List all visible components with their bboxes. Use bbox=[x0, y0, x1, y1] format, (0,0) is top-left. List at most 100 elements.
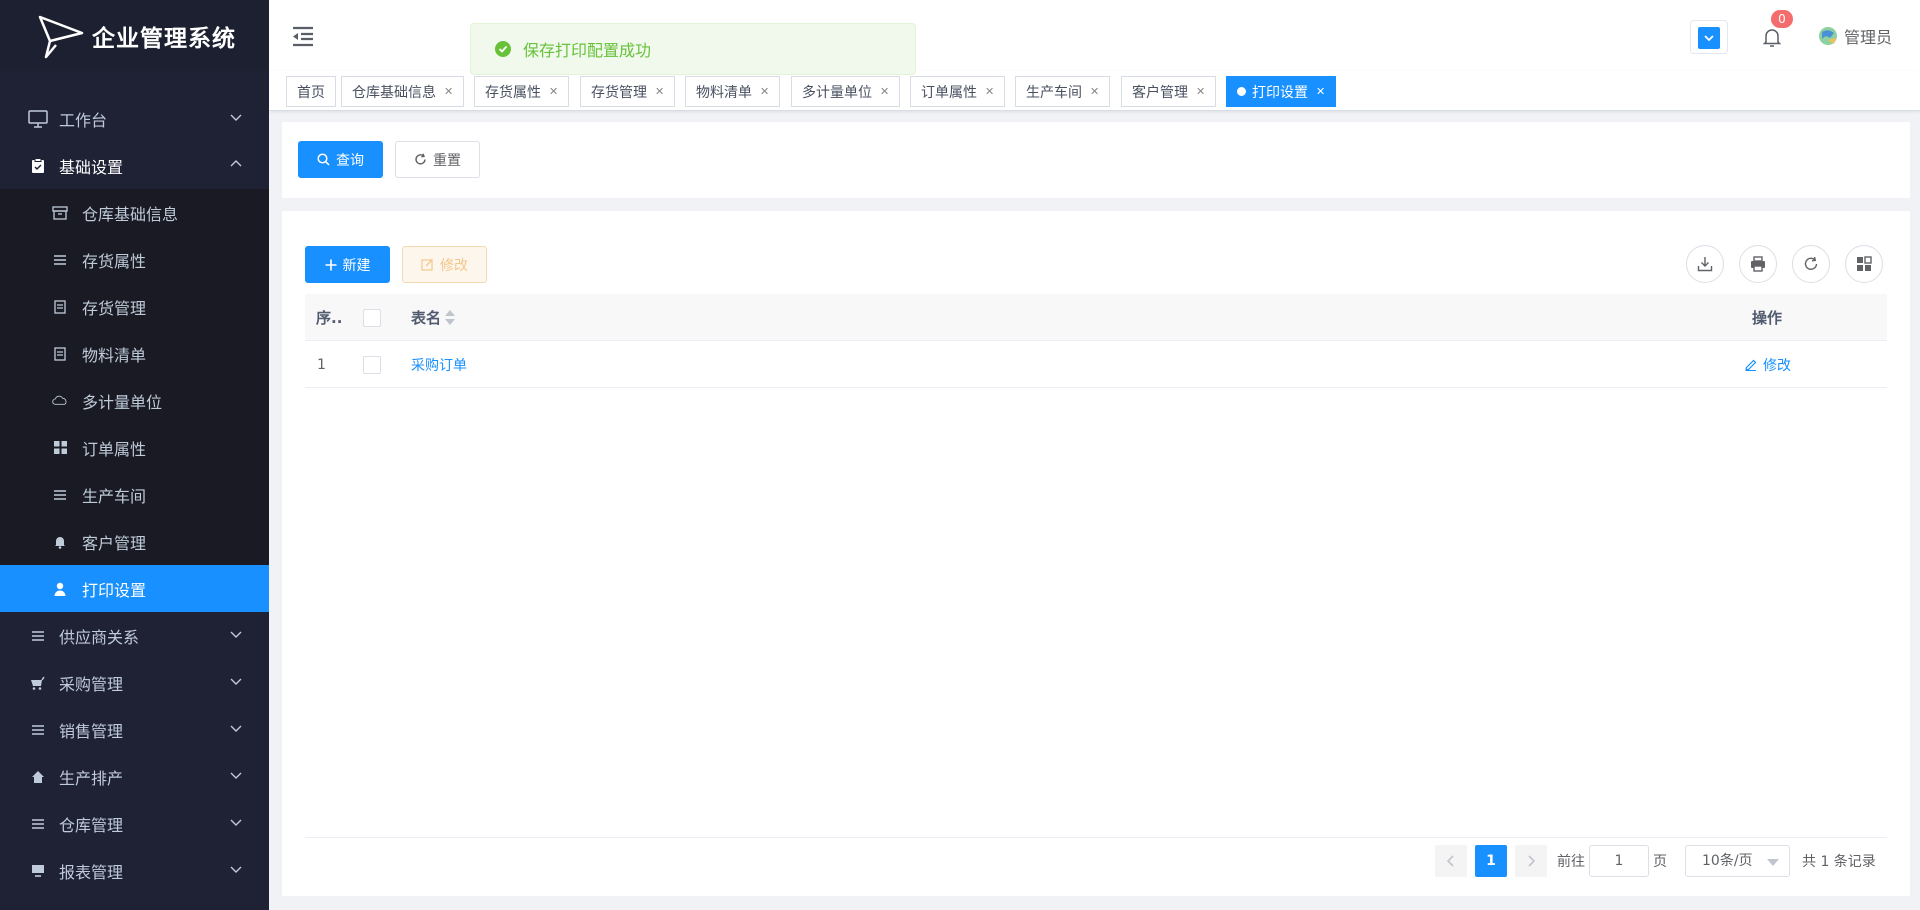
close-icon[interactable]: ✕ bbox=[655, 85, 664, 98]
close-icon[interactable]: ✕ bbox=[1196, 85, 1205, 98]
sidebar-item-label: 打印设置 bbox=[82, 580, 147, 600]
user-menu[interactable]: 管理员 bbox=[1818, 24, 1892, 48]
sidebar-item-label: 生产排产 bbox=[59, 768, 124, 788]
sidebar-item-reports[interactable]: 报表管理 bbox=[0, 847, 269, 894]
close-icon[interactable]: ✕ bbox=[760, 85, 769, 98]
close-icon[interactable]: ✕ bbox=[985, 85, 994, 98]
close-icon[interactable]: ✕ bbox=[880, 85, 889, 98]
success-toast: 保存打印配置成功 bbox=[470, 23, 916, 75]
sidebar-item-purchase[interactable]: 采购管理 bbox=[0, 659, 269, 706]
sidebar-item-label: 工作台 bbox=[59, 110, 108, 130]
table-panel: 新建 修改 序.. 表名 操作 1 采购订单 修改 1 前往 1 页 10条/页… bbox=[282, 211, 1910, 896]
select-all-cell bbox=[363, 294, 381, 341]
sidebar-item-bom[interactable]: 物料清单 bbox=[0, 330, 269, 377]
row-select-cell bbox=[363, 341, 381, 388]
sidebar-item-label: 订单属性 bbox=[82, 439, 147, 459]
basic-settings-submenu: 仓库基础信息 存货属性 存货管理 物料清单 多计量单位 订单属性 生产车间 客户… bbox=[0, 189, 269, 612]
row-edit-link[interactable]: 修改 bbox=[1745, 341, 1791, 388]
sort-icon[interactable] bbox=[445, 310, 456, 325]
tag-bom[interactable]: 物料清单 ✕ bbox=[685, 76, 781, 107]
sidebar-item-multi-unit[interactable]: 多计量单位 bbox=[0, 377, 269, 424]
export-button[interactable] bbox=[1686, 245, 1724, 283]
tag-home[interactable]: 首页 bbox=[286, 76, 336, 107]
close-icon[interactable]: ✕ bbox=[549, 85, 558, 98]
tag-print-settings[interactable]: 打印设置 ✕ bbox=[1226, 76, 1337, 107]
sidebar-item-label: 仓库基础信息 bbox=[82, 204, 179, 224]
page-number-button[interactable]: 1 bbox=[1475, 845, 1507, 877]
sidebar-item-order-attributes[interactable]: 订单属性 bbox=[0, 424, 269, 471]
page-size-select[interactable]: 10条/页 bbox=[1685, 845, 1790, 877]
sidebar-item-workbench[interactable]: 工作台 bbox=[0, 95, 269, 142]
sidebar-item-label: 销售管理 bbox=[59, 721, 124, 741]
sidebar-item-customer-management[interactable]: 客户管理 bbox=[0, 518, 269, 565]
row-name-link[interactable]: 采购订单 bbox=[411, 341, 467, 388]
sidebar-item-warehouse[interactable]: 仓库管理 bbox=[0, 800, 269, 847]
chevron-down-icon bbox=[230, 678, 242, 685]
data-table: 序.. 表名 操作 1 采购订单 修改 bbox=[305, 294, 1887, 388]
chevron-down-icon bbox=[230, 114, 242, 121]
reset-button[interactable]: 重置 bbox=[395, 141, 480, 178]
row-checkbox[interactable] bbox=[363, 355, 381, 374]
monitor-icon bbox=[27, 864, 49, 877]
table-header: 序.. 表名 操作 bbox=[305, 294, 1887, 341]
sidebar-item-production-scheduling[interactable]: 生产排产 bbox=[0, 753, 269, 800]
sidebar-item-sales[interactable]: 销售管理 bbox=[0, 706, 269, 753]
tag-label: 存货属性 bbox=[485, 84, 541, 101]
tag-inventory-management[interactable]: 存货管理 ✕ bbox=[580, 76, 676, 107]
tag-order-attributes[interactable]: 订单属性 ✕ bbox=[910, 76, 1006, 107]
plus-icon bbox=[325, 259, 336, 270]
table-row: 1 采购订单 修改 bbox=[305, 341, 1887, 388]
sidebar-item-workshop[interactable]: 生产车间 bbox=[0, 471, 269, 518]
tag-label: 存货管理 bbox=[591, 84, 647, 101]
cloud-icon bbox=[52, 394, 68, 408]
prev-page-button[interactable] bbox=[1435, 845, 1467, 877]
sidebar-item-label: 存货属性 bbox=[82, 251, 147, 271]
refresh-icon bbox=[415, 153, 426, 165]
goto-page-input[interactable]: 1 bbox=[1589, 845, 1649, 877]
list-icon bbox=[52, 489, 68, 501]
menu-fold-icon[interactable] bbox=[291, 25, 315, 47]
document-icon bbox=[52, 299, 68, 314]
tag-inventory-attributes[interactable]: 存货属性 ✕ bbox=[474, 76, 570, 107]
edit-button-label: 修改 bbox=[440, 257, 468, 274]
close-icon[interactable]: ✕ bbox=[444, 85, 453, 98]
edit-button[interactable]: 修改 bbox=[402, 246, 487, 283]
select-all-checkbox[interactable] bbox=[363, 308, 381, 327]
monitor-icon bbox=[27, 109, 49, 128]
sidebar-item-label: 供应商关系 bbox=[59, 627, 140, 647]
header-dropdown[interactable] bbox=[1690, 20, 1728, 54]
check-circle-icon bbox=[495, 41, 511, 57]
close-icon[interactable]: ✕ bbox=[1316, 85, 1325, 98]
query-button[interactable]: 查询 bbox=[298, 141, 383, 178]
tag-workshop[interactable]: 生产车间 ✕ bbox=[1015, 76, 1111, 107]
sidebar-item-warehouse-info[interactable]: 仓库基础信息 bbox=[0, 189, 269, 236]
chevron-down-icon bbox=[230, 725, 242, 732]
chevron-down-icon bbox=[1698, 27, 1720, 49]
print-button[interactable] bbox=[1739, 245, 1777, 283]
column-settings-button[interactable] bbox=[1845, 245, 1883, 283]
layout-grid-icon bbox=[1857, 256, 1872, 271]
tag-multi-unit[interactable]: 多计量单位 ✕ bbox=[791, 76, 901, 107]
sidebar-item-supplier[interactable]: 供应商关系 bbox=[0, 612, 269, 659]
app-logo[interactable]: 企业管理系统 bbox=[0, 0, 269, 71]
app-title: 企业管理系统 bbox=[92, 25, 236, 52]
refresh-button[interactable] bbox=[1792, 245, 1830, 283]
sidebar-item-label: 存货管理 bbox=[82, 298, 147, 318]
chevron-down-icon bbox=[230, 772, 242, 779]
sidebar-item-basic-settings[interactable]: 基础设置 bbox=[0, 142, 269, 189]
home-icon bbox=[27, 770, 49, 784]
avatar bbox=[1819, 27, 1837, 45]
new-button[interactable]: 新建 bbox=[305, 246, 390, 283]
notification-bell-icon[interactable] bbox=[1763, 28, 1781, 48]
paper-plane-logo-icon bbox=[38, 15, 84, 58]
tag-customer-management[interactable]: 客户管理 ✕ bbox=[1121, 76, 1217, 107]
sidebar-item-print-settings[interactable]: 打印设置 bbox=[0, 565, 269, 612]
close-icon[interactable]: ✕ bbox=[1090, 85, 1099, 98]
sidebar-item-inventory-management[interactable]: 存货管理 bbox=[0, 283, 269, 330]
sidebar-item-label: 仓库管理 bbox=[59, 815, 124, 835]
column-header-name[interactable]: 表名 bbox=[411, 294, 456, 341]
sidebar-item-inventory-attributes[interactable]: 存货属性 bbox=[0, 236, 269, 283]
next-page-button[interactable] bbox=[1515, 845, 1547, 877]
chevron-down-icon bbox=[230, 866, 242, 873]
tag-warehouse-info[interactable]: 仓库基础信息 ✕ bbox=[341, 76, 465, 107]
